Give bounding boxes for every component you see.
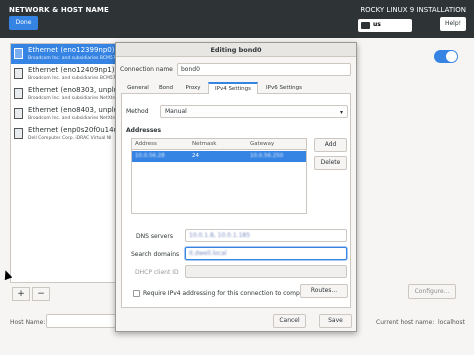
device-vendor: Broadcom Inc. and subsidiaries NetXtre: [28, 96, 118, 101]
device-name: Ethernet (eno12409np1): [28, 66, 115, 74]
ethernet-icon: [14, 128, 23, 139]
add-address-button[interactable]: Add: [314, 138, 347, 152]
column-address[interactable]: Address: [135, 141, 157, 147]
add-device-button[interactable]: +: [12, 287, 30, 301]
addresses-table: Address Netmask Gateway 10.0.56.28 24 10…: [131, 138, 307, 214]
search-domains-label: Search domains: [131, 251, 180, 258]
delete-address-button[interactable]: Delete: [314, 156, 347, 170]
device-item[interactable]: Ethernet (eno12409np1) Broadcom Inc. and…: [11, 64, 121, 84]
method-label: Method: [126, 108, 149, 115]
netmask-cell[interactable]: 24: [192, 153, 199, 159]
device-vendor: Broadcom Inc. and subsidiaries NetXtre: [28, 116, 118, 121]
dns-servers-label: DNS servers: [136, 233, 173, 240]
installation-title: ROCKY LINUX 9 INSTALLATION: [360, 6, 466, 14]
keyboard-layout-indicator[interactable]: us: [358, 19, 412, 32]
require-ipv4-label: Require IPv4 addressing for this connect…: [143, 290, 312, 297]
current-host-value: localhost: [438, 319, 465, 326]
device-name: Ethernet (eno8403, unplu: [28, 106, 119, 114]
cancel-button[interactable]: Cancel: [273, 314, 306, 328]
gateway-cell[interactable]: 10.0.56.250: [250, 153, 283, 159]
chevron-down-icon: ▾: [339, 109, 343, 116]
table-row[interactable]: 10.0.56.28 24 10.0.56.250: [132, 151, 306, 162]
dns-servers-input[interactable]: 10.0.1.8, 10.0.1.185: [185, 229, 347, 242]
done-button[interactable]: Done: [9, 16, 38, 30]
search-domains-value: it.dwell.local: [189, 250, 227, 257]
ethernet-icon: [14, 88, 23, 99]
tab-general[interactable]: General: [123, 82, 153, 94]
keyboard-layout-label: us: [373, 21, 381, 28]
toggle-knob: [446, 51, 457, 62]
host-name-input[interactable]: [46, 314, 116, 328]
addresses-header: Address Netmask Gateway: [132, 139, 306, 150]
connection-toggle[interactable]: [434, 50, 458, 63]
device-item[interactable]: Ethernet (eno12399np0) Broadcom Inc. and…: [11, 44, 121, 64]
configure-button[interactable]: Configure...: [408, 284, 456, 299]
device-item[interactable]: Ethernet (eno8403, unplu Broadcom Inc. a…: [11, 104, 121, 124]
device-vendor: Broadcom Inc. and subsidiaries BCM57: [28, 76, 116, 81]
column-netmask[interactable]: Netmask: [192, 141, 216, 147]
dhcp-client-id-input[interactable]: [185, 265, 347, 278]
dialog-title: Editing bond0: [116, 43, 356, 57]
search-domains-input[interactable]: it.dwell.local: [185, 247, 347, 260]
device-name: Ethernet (enp0s20f0u14u: [28, 126, 119, 134]
dns-servers-value: 10.0.1.8, 10.0.1.185: [189, 232, 251, 239]
keyboard-icon: [361, 22, 370, 29]
device-list: Ethernet (eno12399np0) Broadcom Inc. and…: [10, 43, 122, 283]
device-name: Ethernet (eno12399np0): [28, 46, 115, 54]
tab-bond[interactable]: Bond: [154, 82, 178, 94]
tab-ipv6-settings[interactable]: IPv6 Settings: [259, 82, 309, 94]
device-item[interactable]: Ethernet (enp0s20f0u14u Dell Computer Co…: [11, 124, 121, 144]
header-bar: NETWORK & HOST NAME Done ROCKY LINUX 9 I…: [0, 0, 474, 38]
routes-button[interactable]: Routes...: [300, 284, 348, 298]
tab-proxy[interactable]: Proxy: [179, 82, 207, 94]
address-cell[interactable]: 10.0.56.28: [135, 153, 165, 159]
connection-name-input[interactable]: bond0: [177, 63, 351, 76]
host-name-label: Host Name:: [10, 319, 46, 326]
save-button[interactable]: Save: [319, 314, 352, 328]
device-name: Ethernet (eno8303, unplu: [28, 86, 119, 94]
device-vendor: Broadcom Inc. and subsidiaries BCM57: [28, 56, 116, 61]
method-value: Manual: [165, 108, 187, 115]
addresses-label: Addresses: [126, 127, 162, 134]
ethernet-icon: [14, 68, 23, 79]
remove-device-button[interactable]: −: [32, 287, 50, 301]
device-vendor: Dell Computer Corp. iDRAC Virtual NI: [28, 136, 112, 141]
ipv4-settings-panel: Method Manual ▾ Addresses Address Netmas…: [121, 94, 351, 308]
edit-connection-dialog: Editing bond0 Connection name bond0 Gene…: [115, 42, 357, 332]
column-gateway[interactable]: Gateway: [250, 141, 274, 147]
help-button[interactable]: Help!: [440, 17, 466, 31]
ethernet-icon: [14, 108, 23, 119]
dhcp-client-id-label: DHCP client ID: [135, 269, 179, 276]
ethernet-icon: [14, 48, 23, 59]
dialog-tabs: General Bond Proxy IPv4 Settings IPv6 Se…: [121, 82, 351, 94]
device-item[interactable]: Ethernet (eno8303, unplu Broadcom Inc. a…: [11, 84, 121, 104]
require-ipv4-checkbox[interactable]: [133, 290, 140, 297]
method-select[interactable]: Manual ▾: [160, 105, 348, 118]
current-host-label: Current host name:: [376, 319, 435, 326]
spoke-title: NETWORK & HOST NAME: [9, 6, 109, 14]
tab-ipv4-settings[interactable]: IPv4 Settings: [208, 82, 258, 94]
connection-name-label: Connection name: [120, 66, 173, 73]
